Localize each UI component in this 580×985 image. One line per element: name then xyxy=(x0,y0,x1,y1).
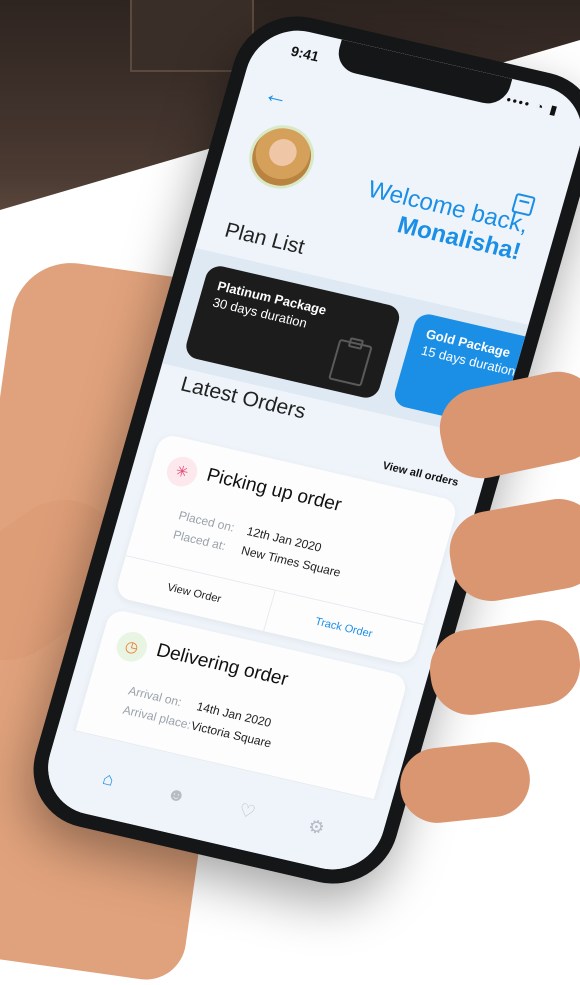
heart-icon[interactable]: ♡ xyxy=(236,799,258,823)
order-title: Picking up order xyxy=(204,464,344,516)
plan-list-title: Plan List xyxy=(222,218,308,259)
back-arrow-icon[interactable]: ← xyxy=(261,80,292,112)
loading-spinner-icon: ✳ xyxy=(163,453,201,490)
order-meta: Arrival on:14th Jan 2020 Arrival place:V… xyxy=(120,681,279,754)
order-title: Delivering order xyxy=(153,639,291,691)
welcome-message: Welcome back, Monalisha! xyxy=(357,176,532,267)
profile-icon[interactable]: ☻ xyxy=(164,782,189,806)
view-all-orders-link[interactable]: View all orders xyxy=(381,460,460,489)
settings-icon[interactable]: ⚙ xyxy=(306,815,327,839)
home-icon[interactable]: ⌂ xyxy=(100,768,116,791)
clipboard-icon xyxy=(328,338,373,387)
status-time: 9:41 xyxy=(289,42,321,65)
avatar[interactable] xyxy=(241,118,322,195)
clock-icon: ◷ xyxy=(113,629,151,665)
signal-wifi-battery-icons: •••• ◔ ▮ xyxy=(504,92,561,118)
